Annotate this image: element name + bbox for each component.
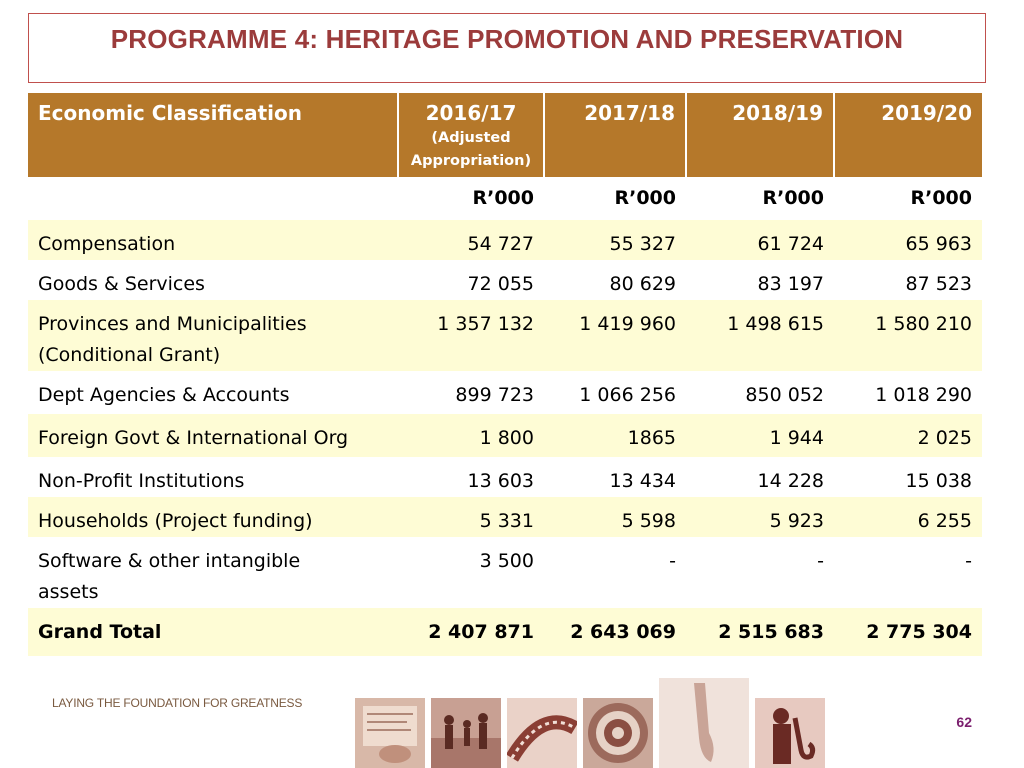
saxophone-player-photo	[755, 698, 825, 768]
row-label: Compensation	[28, 220, 398, 260]
row-value: 1 800	[398, 414, 544, 457]
row-label: Non-Profit Institutions	[28, 457, 398, 497]
row-value: 83 197	[686, 260, 834, 300]
row-value: 1 419 960	[544, 300, 686, 371]
grand-total-value: 2 643 069	[544, 608, 686, 656]
table-row: Compensation 54 727 55 327 61 724 65 963	[28, 220, 982, 260]
table-row: Households (Project funding) 5 331 5 598 5 …	[28, 497, 982, 537]
row-value: 72 055	[398, 260, 544, 300]
row-value: 1 018 290	[834, 371, 982, 414]
row-value: -	[686, 537, 834, 608]
row-value: 1865	[544, 414, 686, 457]
row-label: Software & other intangible assets	[28, 537, 398, 608]
table-row: Dept Agencies & Accounts 899 723 1 066 256…	[28, 371, 982, 414]
row-value: 899 723	[398, 371, 544, 414]
row-label: Households (Project funding)	[28, 497, 398, 537]
row-value: 54 727	[398, 220, 544, 260]
row-value: 6 255	[834, 497, 982, 537]
units-row: R’000 R’000 R’000 R’000	[28, 177, 982, 220]
title-box: PROGRAMME 4: HERITAGE PROMOTION AND PRES…	[28, 13, 986, 83]
row-value: 65 963	[834, 220, 982, 260]
units-cell: R’000	[686, 177, 834, 220]
row-value: 1 498 615	[686, 300, 834, 371]
row-value: -	[544, 537, 686, 608]
row-label: Goods & Services	[28, 260, 398, 300]
budget-table: Economic Classification 2016/17 (Adjusted…	[28, 93, 982, 656]
row-value: 15 038	[834, 457, 982, 497]
header-economic-classification: Economic Classification	[28, 93, 399, 177]
grand-total-value: 2 775 304	[834, 608, 982, 656]
row-value: 13 603	[398, 457, 544, 497]
row-value: 1 580 210	[834, 300, 982, 371]
row-value: 1 357 132	[398, 300, 544, 371]
row-value: 87 523	[834, 260, 982, 300]
heritage-image-strip	[355, 678, 825, 768]
row-value: 1 944	[686, 414, 834, 457]
page-number: 62	[956, 714, 972, 730]
units-cell: R’000	[398, 177, 544, 220]
page-title: PROGRAMME 4: HERITAGE PROMOTION AND PRES…	[110, 24, 904, 54]
header-2016-17: 2016/17 (Adjusted Appropriation)	[398, 93, 545, 177]
header-2017-18: 2017/18	[544, 93, 687, 177]
table-row: Software & other intangible assets 3 500-…	[28, 537, 982, 608]
grand-total-label: Grand Total	[28, 608, 398, 656]
row-value: 55 327	[544, 220, 686, 260]
grand-total-value: 2 515 683	[686, 608, 834, 656]
family-silhouette-photo	[431, 698, 501, 768]
row-value: -	[834, 537, 982, 608]
row-label: Dept Agencies & Accounts	[28, 371, 398, 414]
row-value: 5 331	[398, 497, 544, 537]
footer-tagline: LAYING THE FOUNDATION FOR GREATNESS	[52, 696, 303, 710]
row-value: 2 025	[834, 414, 982, 457]
manuscript-photo	[355, 698, 425, 768]
row-value: 5 598	[544, 497, 686, 537]
table-row: Goods & Services 72 055 80 629 83 197 87 523	[28, 260, 982, 300]
units-cell	[28, 177, 398, 220]
row-value: 1 066 256	[544, 371, 686, 414]
film-reel-photo	[507, 698, 577, 768]
row-label: Foreign Govt & International Org	[28, 414, 398, 457]
row-value: 14 228	[686, 457, 834, 497]
row-value: 13 434	[544, 457, 686, 497]
row-value: 5 923	[686, 497, 834, 537]
row-label: Provinces and Municipalities (Conditiona…	[28, 300, 398, 371]
table-row: Non-Profit Institutions 13 603 13 434 14 22…	[28, 457, 982, 497]
grand-total-row: Grand Total 2 407 871 2 643 069 2 515 683 2 …	[28, 608, 982, 656]
header-row: Economic Classification 2016/17 (Adjusted…	[28, 93, 982, 177]
beadwork-photo	[583, 698, 653, 768]
units-cell: R’000	[544, 177, 686, 220]
grand-total-value: 2 407 871	[398, 608, 544, 656]
header-2018-19: 2018/19	[686, 93, 835, 177]
header-2019-20: 2019/20	[834, 93, 982, 177]
row-value: 850 052	[686, 371, 834, 414]
table-row: Provinces and Municipalities (Conditiona…	[28, 300, 982, 371]
row-value: 61 724	[686, 220, 834, 260]
units-cell: R’000	[834, 177, 982, 220]
ballet-shoes-photo	[659, 678, 749, 768]
table-row: Foreign Govt & International Org 1 800 186…	[28, 414, 982, 457]
row-value: 80 629	[544, 260, 686, 300]
header-2016-17-subtitle: (Adjusted Appropriation)	[410, 130, 532, 169]
row-value: 3 500	[398, 537, 544, 608]
